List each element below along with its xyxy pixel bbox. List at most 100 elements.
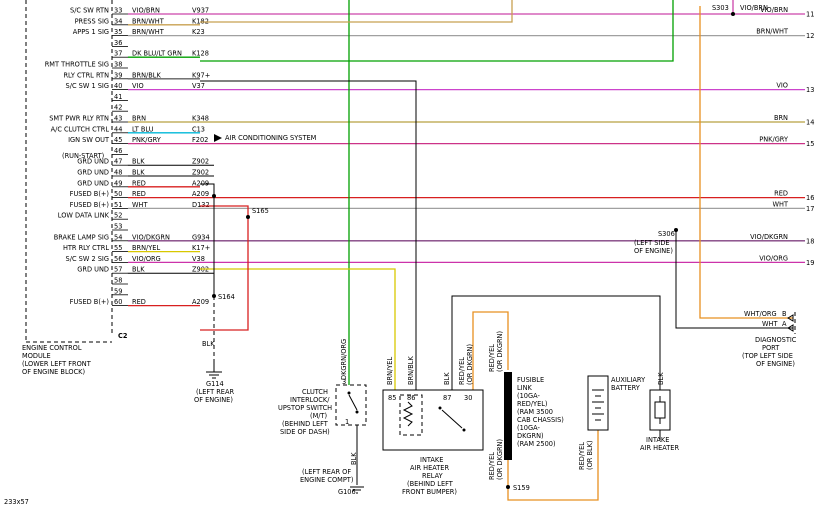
right-wire-color: VIO/ORG — [759, 254, 788, 262]
pin-number: 33 — [114, 7, 122, 15]
pin-wire-color: RED — [132, 298, 146, 306]
relay-label-line: INTAKE — [420, 456, 443, 464]
pin-circuit: K182 — [192, 17, 209, 25]
fusible-label-line: CAB CHASSIS) — [517, 416, 564, 424]
pin-circuit: K348 — [192, 115, 209, 123]
pin-wire-color: VIO/DKGRN — [132, 233, 170, 241]
svg-text:1: 1 — [345, 418, 349, 426]
pin-number: 51 — [114, 201, 122, 209]
battery-icon — [587, 375, 609, 431]
battery-label: AUXILIARY — [611, 376, 646, 384]
pin-function: LOW DATA LINK — [58, 212, 110, 220]
fusible-label-line: (10GA- — [517, 392, 540, 400]
pin-wire-color: BRN/WHT — [132, 28, 165, 36]
s306-label: S306 — [658, 230, 675, 238]
pin-function: BRAKE LAMP SIG — [54, 233, 109, 241]
pin-number: 46 — [114, 147, 122, 155]
diag-label-line: PORT — [762, 344, 780, 352]
right-terminal-number: 18 — [806, 237, 814, 245]
ecm-label-line: (LOWER LEFT FRONT — [22, 360, 92, 368]
diag-label: DIAGNOSTIC PORT (TOP LEFT SIDE OF ENGINE… — [742, 336, 797, 368]
g106-desc: (LEFT REAR OF — [302, 468, 351, 476]
clutch-label: CLUTCH INTERLOCK/ UPSTOP SWITCH (M/T) (B… — [278, 388, 332, 436]
ac-system-label: AIR CONDITIONING SYSTEM — [225, 134, 317, 142]
fusible-label-line: (RAM 2500) — [517, 440, 556, 448]
pin-wire-color: LT BLU — [132, 125, 154, 133]
pin-number: 39 — [114, 71, 122, 79]
right-terminal-number: 11 — [806, 11, 814, 19]
g114-desc: OF ENGINE) — [194, 396, 233, 404]
fusible-label-line: LINK — [517, 384, 533, 392]
pin-function: FUSED B(+) — [70, 190, 109, 198]
pin-number: 41 — [114, 93, 122, 101]
clutch-label-line: (M/T) — [310, 412, 327, 420]
pin-number: 43 — [114, 115, 122, 123]
pin-circuit: Z902 — [192, 158, 209, 166]
fusible-label: FUSIBLE LINK (10GA- RED/YEL) (RAM 3500 C… — [517, 376, 564, 448]
arrow-ac-system — [214, 134, 222, 142]
red-yel-label-2: RED/YEL — [488, 452, 496, 480]
relay-pin: 85 — [388, 394, 396, 402]
s159-label: S159 — [513, 484, 530, 492]
pin-wire-color: RED — [132, 179, 146, 187]
pin-wire-color: BRN/WHT — [132, 17, 165, 25]
relay-label: INTAKE AIR HEATER RELAY (BEHIND LEFT FRO… — [402, 456, 457, 496]
pin-number: 34 — [114, 17, 122, 25]
brn-blk-label: BRN/BLK — [407, 356, 415, 385]
pin-rows: 33 S/C SW RTN VIO/BRN V937 VIO/BRN 11 34 PRESS … — [45, 6, 814, 307]
pin-wire-color: RED — [132, 190, 146, 198]
relay-pin: 86 — [407, 394, 415, 402]
pin-function: GRD UND — [77, 169, 109, 177]
pin-circuit: G934 — [192, 233, 210, 241]
pin-circuit: K23 — [192, 28, 205, 36]
fusible-label-line: (RAM 3500 — [517, 408, 553, 416]
pin-wire-color: BLK — [132, 158, 145, 166]
s303-label: S303 — [712, 4, 729, 12]
battery-label: BATTERY — [611, 384, 641, 392]
pin-number: 48 — [114, 169, 122, 177]
pin-function: GRD UND — [77, 266, 109, 274]
red-yel-label-3: RED/YEL — [578, 442, 586, 470]
blk-label-clutch: BLK — [350, 452, 358, 465]
pin-function: RMT THROTTLE SIG — [45, 61, 109, 69]
diag-label-line: OF ENGINE) — [756, 360, 795, 368]
clutch-label-line: UPSTOP SWITCH — [278, 404, 332, 412]
pin-circuit: A209 — [192, 179, 209, 187]
splice-s164 — [212, 294, 216, 298]
clutch-label-line: INTERLOCK/ — [290, 396, 330, 404]
right-wire-color: BRN — [774, 114, 788, 122]
pin-function: APPS 1 SIG — [73, 28, 109, 36]
right-wire-color: BRN/WHT — [756, 28, 789, 36]
pin-wire-color: BLK — [132, 266, 145, 274]
pin-circuit: F202 — [192, 136, 208, 144]
ign-sub-label: (RUN-START) — [62, 152, 104, 160]
pin-number: 40 — [114, 82, 122, 90]
pin-number: 38 — [114, 61, 122, 69]
pin-wire-color: VIO/ORG — [132, 255, 161, 263]
ecm-label-line: ENGINE CONTROL — [22, 344, 82, 352]
pin-wire-color: BLK — [132, 169, 145, 177]
pin-function: A/C CLUTCH CTRL — [51, 125, 110, 133]
clutch-label-line: CLUTCH — [302, 388, 328, 396]
diag-pin-a: A — [782, 320, 787, 328]
pin-circuit: V38 — [192, 255, 205, 263]
pin-circuit: Z902 — [192, 266, 209, 274]
pin-number: 57 — [114, 266, 122, 274]
pin-number: 54 — [114, 233, 122, 241]
ecm-label-line: MODULE — [22, 352, 51, 360]
relay-label-line: FRONT BUMPER) — [402, 488, 457, 496]
pin-function: HTR RLY CTRL — [63, 244, 109, 252]
pin-wire-color: BRN/BLK — [132, 71, 161, 79]
pin-circuit: Z902 — [192, 169, 209, 177]
relay-pin: 87 — [443, 394, 451, 402]
s165-label: S165 — [252, 207, 269, 215]
right-wire-color: WHT — [772, 200, 788, 208]
wire-brn-wht-k182 — [200, 0, 513, 23]
diag-pin-b: B — [782, 310, 787, 318]
blk-label-relay: BLK — [443, 372, 451, 385]
wht-label: WHT — [762, 320, 778, 328]
fusible-label-line: DKGRN) — [517, 432, 544, 440]
s306-desc: OF ENGINE) — [634, 247, 673, 255]
right-terminal-number: 14 — [806, 119, 814, 127]
fusible-label-line: RED/YEL) — [517, 400, 548, 408]
